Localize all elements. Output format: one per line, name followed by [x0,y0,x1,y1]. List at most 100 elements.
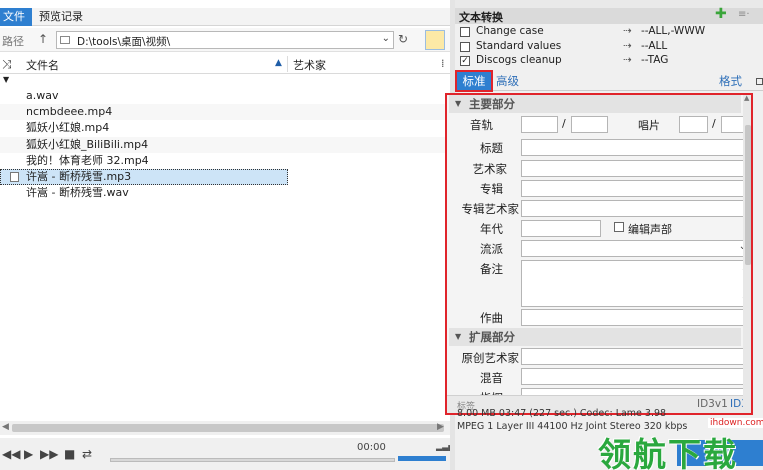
conversion-value: --ALL [641,39,668,52]
tab-advanced[interactable]: 高级 [496,73,519,89]
tag-editor-pane: 文本转换 ✚ ≡· Change case ⇢ --ALL,-WWW Standard… [445,6,763,470]
path-label: 路径 [2,35,24,48]
label-composer: 作曲 [480,311,503,325]
id3v1-toggle[interactable]: ID3v1 [697,398,728,410]
playback-time: 00:00 [357,442,386,453]
conversion-checkbox[interactable]: ✓ [460,56,470,66]
folder-icon [60,36,70,44]
original-artist-input[interactable] [521,348,751,365]
file-row[interactable]: 狐妖小红娘_BiliBili.mp4 [0,136,450,153]
artist-input[interactable] [521,160,751,177]
file-info-line-1: 8.00 MB 03:47 (227 sec.) Codec: Lame 3.9… [457,408,667,419]
label-disc: 唱片 [638,119,660,132]
tab-file[interactable]: 文件 [0,8,32,26]
rewind-icon[interactable]: ◀◀ [2,447,20,461]
menu-icon[interactable]: ≡· [738,9,750,20]
label-track: 音轨 [470,118,493,132]
file-row[interactable]: a.wav [0,88,450,104]
tree-expand-icon[interactable]: ▼ [3,75,9,84]
path-text: D:\tools\桌面\视频\ [77,36,171,48]
file-name: 狐妖小红娘_BiliBili.mp4 [26,137,149,151]
label-compilation: 编辑声部 [628,223,672,236]
panel-toggle-icon[interactable] [756,78,763,85]
repeat-icon[interactable]: ⇄ [82,447,92,461]
conversion-checkbox[interactable] [460,41,470,52]
scroll-right-icon[interactable]: ▶ [437,422,444,432]
play-icon[interactable]: ▶ [24,447,33,461]
album-artist-input[interactable] [521,200,751,217]
track-total-input[interactable] [571,116,608,133]
horizontal-scrollbar[interactable]: ◀ ▶ [0,421,450,435]
scrollbar-thumb[interactable] [745,125,751,265]
label-remixer: 混音 [480,371,503,385]
file-name: ncmbdeee.mp4 [26,105,113,119]
label-genre: 流派 [480,242,503,256]
title-input[interactable] [521,139,751,156]
shuffle-icon[interactable]: ⤨ [2,57,12,72]
conversion-item[interactable]: Change case ⇢ --ALL,-WWW [455,25,763,39]
path-input[interactable]: D:\tools\桌面\视频\ ⌄ [56,31,394,49]
column-separator[interactable] [287,56,288,72]
tab-standard[interactable]: 标准 [455,70,493,92]
column-filename[interactable]: 文件名 [26,57,59,73]
scroll-up-icon[interactable]: ▲ [744,95,749,102]
file-row[interactable]: ncmbdeee.mp4 [0,104,450,121]
column-artist[interactable]: 艺术家 [293,57,326,73]
file-row[interactable]: 狐妖小红娘.mp4 [0,120,450,136]
watermark-logo: 领航下载 [598,435,738,470]
browse-folder-button[interactable] [425,30,445,50]
conversion-value: --ALL,-WWW [641,25,706,37]
conversion-name: Standard values [476,39,562,52]
file-name: 狐妖小红娘.mp4 [26,121,110,135]
compilation-checkbox[interactable] [614,222,624,232]
path-bar: 路径 ↑ D:\tools\桌面\视频\ ⌄ ↻ [0,28,450,52]
year-input[interactable] [521,220,601,237]
section-main-label: 主要部分 [469,97,515,111]
composer-input[interactable] [521,309,751,326]
conversion-arrow-icon: ⇢ [623,54,632,66]
conversion-value: --TAG [641,54,669,66]
disc-input[interactable] [679,116,708,133]
vertical-scrollbar[interactable]: ▲ [743,95,751,413]
collapse-icon: ▼ [455,332,462,341]
text-conversion-title: 文本转换 [459,11,503,24]
label-year: 年代 [480,222,503,236]
add-icon[interactable]: ✚ [715,6,727,22]
section-extended[interactable]: ▼ 扩展部分 [449,328,741,346]
scroll-left-icon[interactable]: ◀ [2,422,9,432]
conversion-item[interactable]: Standard values ⇢ --ALL [455,40,763,54]
section-main[interactable]: ▼ 主要部分 [449,95,741,113]
file-name: a.wav [26,89,59,102]
volume-slider[interactable] [398,456,446,461]
scrollbar-thumb[interactable] [12,424,444,432]
tab-history[interactable]: 预览记录 [36,8,96,26]
conversion-arrow-icon: ⇢ [623,25,632,37]
refresh-icon[interactable]: ↻ [398,32,408,46]
conversion-checkbox[interactable] [460,27,470,37]
label-title: 标题 [480,141,503,155]
tag-form: ▼ 主要部分 音轨 / 唱片 / 标题 艺术家 专辑 专辑艺术家 年代 编辑声部… [445,93,753,415]
file-row[interactable]: 我的！体育老师 32.mp4 [0,153,450,169]
stop-icon[interactable]: ■ [64,447,75,461]
file-row[interactable]: 许嵩 - 断桥残雪.wav [0,185,450,201]
chevron-down-icon[interactable]: ⌄ [382,33,390,44]
label-artist: 艺术家 [472,162,508,176]
watermark-url: ihdown.com [708,418,763,428]
genre-select[interactable]: ⌄ [521,240,751,257]
fast-forward-icon[interactable]: ▶▶ [40,447,58,461]
column-header: ⤨ 文件名 ▲ 艺术家 ⁞ [0,54,450,74]
file-list: a.wav ncmbdeee.mp4 狐妖小红娘.mp4 狐妖小红娘_BiliBili… [0,88,450,201]
column-more-icon[interactable]: ⁞ [441,57,445,70]
track-input[interactable] [521,116,558,133]
tab-format[interactable]: 格式 [719,73,742,89]
conversion-item[interactable]: ✓ Discogs cleanup ⇢ --TAG [455,54,763,68]
up-folder-icon[interactable]: ↑ [38,32,48,46]
remixer-input[interactable] [521,368,751,385]
conversion-arrow-icon: ⇢ [623,39,632,52]
file-row[interactable]: 许嵩 - 断桥残雪.mp3 [0,168,288,186]
comment-textarea[interactable]: ▲ ▼ [521,260,751,307]
label-album-artist: 专辑艺术家 [461,202,520,216]
section-extended-label: 扩展部分 [469,330,515,344]
seek-slider[interactable] [110,458,395,462]
album-input[interactable] [521,180,751,197]
